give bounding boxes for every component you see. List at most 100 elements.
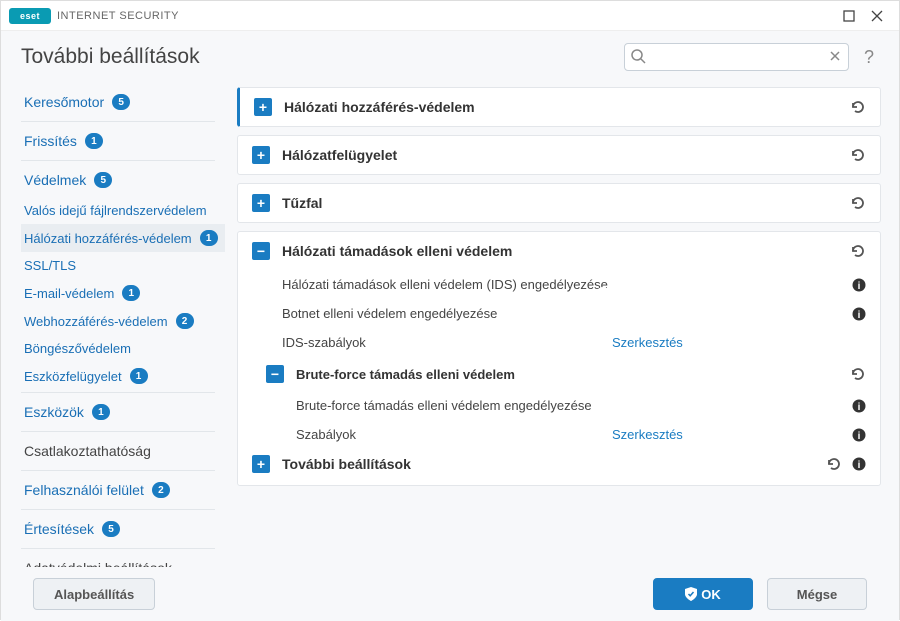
revert-icon[interactable] bbox=[850, 147, 866, 163]
sidebar-item-network-access[interactable]: Hálózati hozzáférés-védelem 1 bbox=[21, 224, 225, 252]
sidebar-item-label: Webhozzáférés-védelem bbox=[24, 314, 168, 329]
sidebar-item-label: SSL/TLS bbox=[24, 258, 76, 273]
panel-network-attack-protection: Hálózati támadások elleni védelem Hálóza… bbox=[237, 231, 881, 486]
close-icon bbox=[871, 10, 883, 22]
svg-text:i: i bbox=[858, 431, 861, 442]
sidebar-item-label: Eszközök bbox=[24, 404, 84, 420]
info-icon[interactable]: i bbox=[852, 307, 866, 321]
divider bbox=[21, 160, 215, 161]
sidebar-item-label: Valós idejű fájlrendszervédelem bbox=[24, 203, 207, 218]
info-icon[interactable]: i bbox=[852, 457, 866, 471]
close-button[interactable] bbox=[863, 4, 891, 28]
row-brute-force-rules: Szabályok Szerkesztés i bbox=[238, 420, 880, 449]
panel-header[interactable]: Hálózati hozzáférés-védelem bbox=[240, 88, 880, 126]
sidebar-item-connectivity[interactable]: Csatlakoztathatóság bbox=[21, 434, 225, 468]
row-label: Hálózati támadások elleni védelem (IDS) … bbox=[282, 277, 612, 292]
help-button[interactable]: ? bbox=[859, 47, 879, 68]
panel-title: Hálózati támadások elleni védelem bbox=[282, 243, 842, 259]
sidebar-item-web-access[interactable]: Webhozzáférés-védelem 2 bbox=[21, 307, 225, 335]
titlebar: eset INTERNET SECURITY bbox=[1, 1, 899, 31]
badge: 5 bbox=[102, 521, 120, 537]
divider bbox=[21, 548, 215, 549]
sidebar-item-browser[interactable]: Böngészővédelem bbox=[21, 335, 225, 362]
revert-icon[interactable] bbox=[826, 456, 842, 472]
divider bbox=[21, 509, 215, 510]
search-container bbox=[624, 43, 849, 71]
sidebar-item-label: E-mail-védelem bbox=[24, 286, 114, 301]
sidebar-item-tools[interactable]: Eszközök 1 bbox=[21, 395, 225, 429]
subsection-brute-force[interactable]: Brute-force támadás elleni védelem bbox=[238, 357, 880, 391]
sidebar-item-label: Értesítések bbox=[24, 521, 94, 537]
sidebar-item-update[interactable]: Frissítés 1 bbox=[21, 124, 225, 158]
sidebar: Keresőmotor 5 Frissítés 1 Védelmek 5 Val… bbox=[1, 75, 229, 567]
badge: 1 bbox=[122, 285, 140, 301]
panel-title: Tűzfal bbox=[282, 195, 842, 211]
sidebar-item-label: Keresőmotor bbox=[24, 94, 104, 110]
expand-icon bbox=[252, 455, 270, 473]
sidebar-item-label: Frissítés bbox=[24, 133, 77, 149]
expand-icon bbox=[254, 98, 272, 116]
panel-header[interactable]: Hálózatfelügyelet bbox=[238, 136, 880, 174]
page-header: További beállítások ? bbox=[1, 31, 899, 75]
sidebar-item-label: Adatvédelmi beállítások bbox=[24, 560, 172, 567]
panel-network-monitor: Hálózatfelügyelet bbox=[237, 135, 881, 175]
panel-header[interactable]: Tűzfal bbox=[238, 184, 880, 222]
info-icon[interactable]: i bbox=[852, 428, 866, 442]
sidebar-item-device-control[interactable]: Eszközfelügyelet 1 bbox=[21, 362, 225, 390]
default-button[interactable]: Alapbeállítás bbox=[33, 578, 155, 610]
search-input[interactable] bbox=[624, 43, 849, 71]
sidebar-item-label: Csatlakoztathatóság bbox=[24, 443, 151, 459]
divider bbox=[21, 470, 215, 471]
sidebar-item-label: Eszközfelügyelet bbox=[24, 369, 122, 384]
row-label: IDS-szabályok bbox=[282, 335, 612, 350]
app-name: INTERNET SECURITY bbox=[57, 10, 179, 22]
sidebar-item-ui[interactable]: Felhasználói felület 2 bbox=[21, 473, 225, 507]
sidebar-item-email[interactable]: E-mail-védelem 1 bbox=[21, 279, 225, 307]
content-area: Hálózati hozzáférés-védelem Hálózatfelüg… bbox=[229, 75, 899, 567]
badge: 2 bbox=[152, 482, 170, 498]
collapse-icon bbox=[266, 365, 284, 383]
panel-network-access-protection: Hálózati hozzáférés-védelem bbox=[237, 87, 881, 127]
svg-text:i: i bbox=[858, 460, 861, 471]
sidebar-item-label: Hálózati hozzáférés-védelem bbox=[24, 231, 192, 246]
row-label: Brute-force támadás elleni védelem enged… bbox=[296, 398, 612, 413]
shield-icon bbox=[685, 587, 697, 601]
expand-icon bbox=[252, 146, 270, 164]
row-ids-rules: IDS-szabályok Szerkesztés bbox=[238, 328, 880, 357]
sidebar-item-privacy[interactable]: Adatvédelmi beállítások bbox=[21, 551, 225, 567]
cancel-button[interactable]: Mégse bbox=[767, 578, 867, 610]
badge: 1 bbox=[92, 404, 110, 420]
sidebar-item-notifications[interactable]: Értesítések 5 bbox=[21, 512, 225, 546]
panel-firewall: Tűzfal bbox=[237, 183, 881, 223]
sidebar-item-label: Védelmek bbox=[24, 172, 86, 188]
maximize-button[interactable] bbox=[835, 4, 863, 28]
revert-icon[interactable] bbox=[850, 195, 866, 211]
clear-search-icon[interactable] bbox=[827, 48, 843, 64]
info-icon[interactable]: i bbox=[852, 278, 866, 292]
info-icon[interactable]: i bbox=[852, 399, 866, 413]
edit-link[interactable]: Szerkesztés bbox=[612, 427, 683, 442]
badge: 1 bbox=[200, 230, 218, 246]
collapse-icon bbox=[252, 242, 270, 260]
maximize-icon bbox=[843, 10, 855, 22]
subsection-more-settings[interactable]: További beállítások i bbox=[238, 449, 880, 485]
revert-icon[interactable] bbox=[850, 366, 866, 382]
revert-icon[interactable] bbox=[850, 99, 866, 115]
row-label: Botnet elleni védelem engedélyezése bbox=[282, 306, 612, 321]
panel-header[interactable]: Hálózati támadások elleni védelem bbox=[238, 232, 880, 270]
badge: 5 bbox=[112, 94, 130, 110]
svg-text:i: i bbox=[858, 402, 861, 413]
revert-icon[interactable] bbox=[850, 243, 866, 259]
search-icon bbox=[630, 48, 646, 64]
sidebar-item-ssl-tls[interactable]: SSL/TLS bbox=[21, 252, 225, 279]
sidebar-item-protections[interactable]: Védelmek 5 bbox=[21, 163, 225, 197]
row-label: Szabályok bbox=[296, 427, 612, 442]
edit-link[interactable]: Szerkesztés bbox=[612, 335, 683, 350]
sidebar-item-detection-engine[interactable]: Keresőmotor 5 bbox=[21, 85, 225, 119]
row-botnet-enable: Botnet elleni védelem engedélyezése i bbox=[238, 299, 880, 328]
panel-title: Hálózati hozzáférés-védelem bbox=[284, 99, 842, 115]
divider bbox=[21, 392, 215, 393]
sidebar-item-realtime[interactable]: Valós idejű fájlrendszervédelem bbox=[21, 197, 225, 224]
badge: 2 bbox=[176, 313, 194, 329]
ok-button[interactable]: OK bbox=[653, 578, 753, 610]
